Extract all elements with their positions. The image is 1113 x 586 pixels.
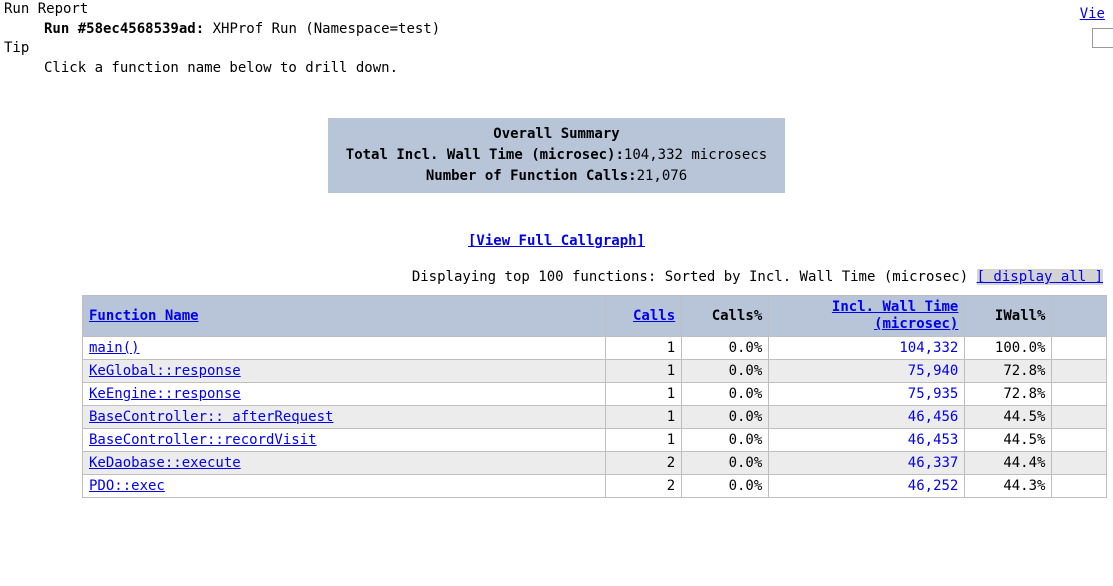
th-iwall-pct: IWall% (965, 296, 1052, 337)
table-row: BaseController::recordVisit 10.0% 46,453 44… (83, 428, 1107, 451)
top-link[interactable]: Vie (1080, 6, 1105, 22)
cell-calls-pct: 0.0% (682, 359, 769, 382)
cell-calls: 1 (605, 359, 681, 382)
cell-extra (1052, 428, 1107, 451)
display-text: Displaying top 100 functions: Sorted by … (412, 269, 977, 285)
cell-iwall-pct: 44.5% (965, 428, 1052, 451)
summary-row-walltime: Total Incl. Wall Time (microsec): 104,33… (346, 145, 767, 166)
function-name-link[interactable]: KeGlobal::response (89, 363, 241, 379)
cell-calls: 2 (605, 451, 681, 474)
run-id: Run #58ec4568539ad: (44, 21, 204, 37)
cell-extra (1052, 451, 1107, 474)
cell-extra (1052, 405, 1107, 428)
cell-function-name: BaseController:: afterRequest (83, 405, 606, 428)
summary-calls-label: Number of Function Calls: (426, 166, 637, 187)
cell-function-name: PDO::exec (83, 474, 606, 497)
th-wall-time-link[interactable]: Incl. Wall Time (microsec) (832, 299, 958, 332)
header-section: Run Report Run #58ec4568539ad: XHProf Ru… (4, 0, 1109, 78)
function-name-link[interactable]: KeEngine::response (89, 386, 241, 402)
cell-extra (1052, 382, 1107, 405)
functions-table: Function Name Calls Calls% Incl. Wall Ti… (82, 295, 1107, 498)
summary-calls-value: 21,076 (637, 166, 688, 187)
summary-row-calls: Number of Function Calls: 21,076 (346, 166, 767, 187)
cell-function-name: BaseController::recordVisit (83, 428, 606, 451)
wall-time-value: 46,252 (908, 478, 959, 494)
top-box (1092, 28, 1113, 48)
function-name-link[interactable]: KeDaobase::execute (89, 455, 241, 471)
run-id-line: Run #58ec4568539ad: XHProf Run (Namespac… (44, 20, 1109, 40)
table-row: KeEngine::response 10.0% 75,935 72.8% (83, 382, 1107, 405)
th-calls-pct: Calls% (682, 296, 769, 337)
function-name-link[interactable]: BaseController::recordVisit (89, 432, 317, 448)
cell-extra (1052, 474, 1107, 497)
cell-iwall-pct: 44.4% (965, 451, 1052, 474)
cell-wall-time: 75,940 (769, 359, 965, 382)
table-row: main() 10.0% 104,332 100.0% (83, 336, 1107, 359)
cell-wall-time: 46,456 (769, 405, 965, 428)
table-row: PDO::exec 20.0% 46,252 44.3% (83, 474, 1107, 497)
th-wall-time[interactable]: Incl. Wall Time (microsec) (769, 296, 965, 337)
run-report-label: Run Report (4, 0, 1109, 20)
table-row: KeGlobal::response 10.0% 75,940 72.8% (83, 359, 1107, 382)
th-calls[interactable]: Calls (605, 296, 681, 337)
cell-extra (1052, 336, 1107, 359)
function-name-link[interactable]: PDO::exec (89, 478, 165, 494)
cell-calls: 1 (605, 428, 681, 451)
wall-time-value: 46,456 (908, 409, 959, 425)
table-row: KeDaobase::execute 20.0% 46,337 44.4% (83, 451, 1107, 474)
summary-box: Overall Summary Total Incl. Wall Time (m… (328, 118, 785, 193)
wall-time-value: 46,337 (908, 455, 959, 471)
th-calls-link[interactable]: Calls (633, 308, 675, 324)
table-row: BaseController:: afterRequest 10.0% 46,456… (83, 405, 1107, 428)
cell-wall-time: 46,337 (769, 451, 965, 474)
cell-calls-pct: 0.0% (682, 382, 769, 405)
cell-wall-time: 75,935 (769, 382, 965, 405)
tip-label: Tip (4, 39, 1109, 59)
summary-walltime-label: Total Incl. Wall Time (microsec): (346, 145, 624, 166)
run-type: XHProf Run (Namespace=test) (204, 21, 440, 37)
cell-calls-pct: 0.0% (682, 336, 769, 359)
th-function-name-link[interactable]: Function Name (89, 308, 199, 324)
function-name-link[interactable]: BaseController:: afterRequest (89, 409, 333, 425)
view-callgraph-link[interactable]: [View Full Callgraph] (468, 233, 645, 249)
cell-function-name: main() (83, 336, 606, 359)
table-header-row: Function Name Calls Calls% Incl. Wall Ti… (83, 296, 1107, 337)
display-line: Displaying top 100 functions: Sorted by … (4, 269, 1103, 285)
cell-wall-time: 104,332 (769, 336, 965, 359)
cell-calls: 1 (605, 336, 681, 359)
wall-time-value: 75,940 (908, 363, 959, 379)
cell-iwall-pct: 44.3% (965, 474, 1052, 497)
cell-iwall-pct: 72.8% (965, 359, 1052, 382)
tip-text: Click a function name below to drill dow… (44, 59, 1109, 79)
wall-time-value: 75,935 (908, 386, 959, 402)
wall-time-value: 104,332 (899, 340, 958, 356)
cell-iwall-pct: 44.5% (965, 405, 1052, 428)
cell-calls: 1 (605, 405, 681, 428)
cell-calls-pct: 0.0% (682, 474, 769, 497)
wall-time-value: 46,453 (908, 432, 959, 448)
cell-iwall-pct: 100.0% (965, 336, 1052, 359)
cell-calls-pct: 0.0% (682, 428, 769, 451)
summary-title: Overall Summary (346, 124, 767, 145)
cell-wall-time: 46,252 (769, 474, 965, 497)
display-all-link[interactable]: [ display all ] (977, 269, 1103, 285)
cell-extra (1052, 359, 1107, 382)
cell-iwall-pct: 72.8% (965, 382, 1052, 405)
callgraph-link-container: [View Full Callgraph] (4, 233, 1109, 249)
cell-function-name: KeGlobal::response (83, 359, 606, 382)
cell-wall-time: 46,453 (769, 428, 965, 451)
cell-calls-pct: 0.0% (682, 451, 769, 474)
cell-calls: 2 (605, 474, 681, 497)
th-extra (1052, 296, 1107, 337)
th-function-name[interactable]: Function Name (83, 296, 606, 337)
function-name-link[interactable]: main() (89, 340, 140, 356)
cell-function-name: KeDaobase::execute (83, 451, 606, 474)
cell-calls: 1 (605, 382, 681, 405)
summary-walltime-value: 104,332 microsecs (624, 145, 767, 166)
cell-function-name: KeEngine::response (83, 382, 606, 405)
cell-calls-pct: 0.0% (682, 405, 769, 428)
